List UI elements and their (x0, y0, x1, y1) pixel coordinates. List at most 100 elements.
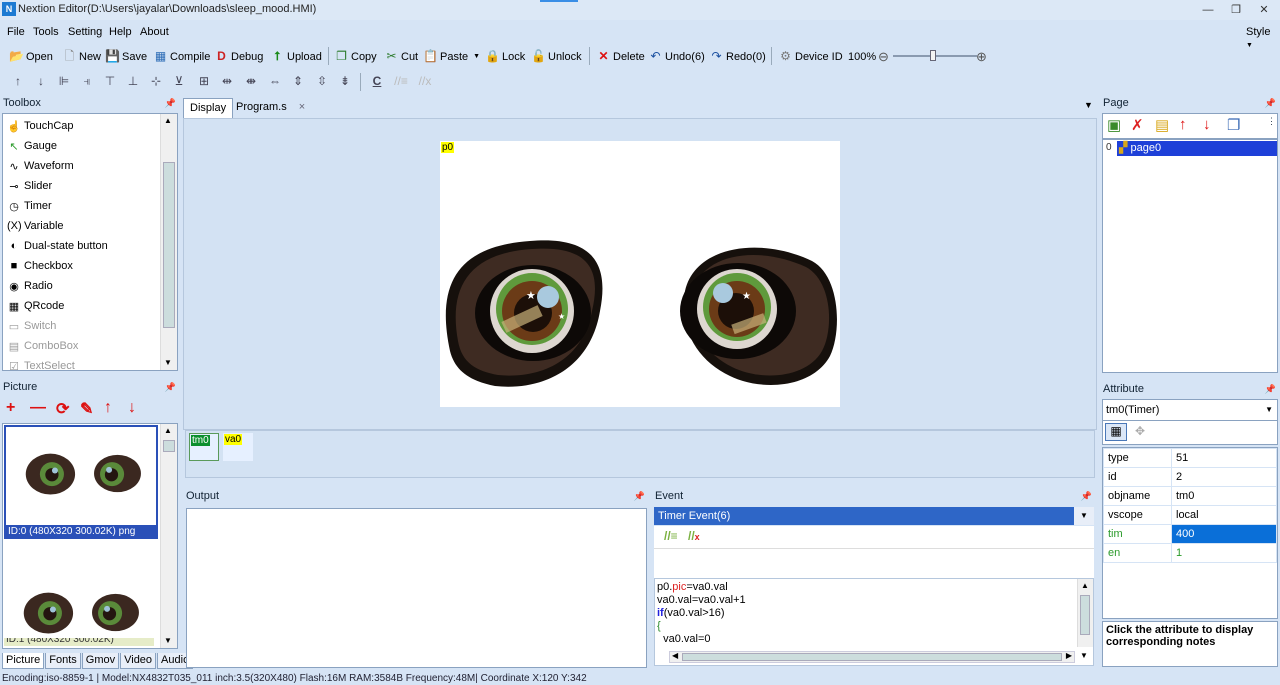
picture-scrollbar[interactable]: ▲ ▼ (160, 424, 177, 648)
undo-button[interactable]: ↶ Undo(6) (648, 47, 704, 66)
toolbox-item-checkbox[interactable]: ■ Checkbox (7, 256, 73, 276)
sort-alpha-icon[interactable]: ✥ (1135, 424, 1145, 438)
copy-page-icon[interactable]: ❐ (1227, 116, 1240, 134)
toolbox-item-waveform[interactable]: ∿ Waveform (7, 156, 73, 176)
tab-video[interactable]: Video (120, 653, 157, 669)
zoom-slider-handle[interactable] (930, 50, 936, 61)
comment-icon[interactable]: //≡ (664, 529, 678, 543)
pin-icon[interactable]: 📌 (1265, 95, 1276, 111)
toolbox-item-qrcode[interactable]: ▦ QRcode (7, 296, 65, 316)
same-size-icon[interactable]: ⊞ (195, 73, 213, 89)
object-va0[interactable]: va0 (223, 433, 253, 461)
move-picture-down-icon[interactable]: ↓ (128, 399, 136, 417)
code-scrollbar-h[interactable]: ◀ ▶ (669, 651, 1075, 663)
zoom-slider[interactable] (893, 50, 977, 61)
tab-program[interactable]: Program.s × (230, 98, 311, 118)
comment-icon[interactable]: //≡ (392, 73, 410, 89)
move-down-icon[interactable]: ↓ (32, 73, 50, 89)
new-button[interactable]: 🗋 New (62, 47, 101, 66)
save-button[interactable]: 💾 Save (105, 47, 147, 66)
event-dropdown[interactable]: Timer Event(6) ▼ (654, 507, 1094, 525)
object-tm0[interactable]: tm0 (189, 433, 219, 461)
tab-close-icon[interactable]: × (299, 101, 305, 113)
page-item-page0[interactable]: ▞ page0 (1117, 141, 1277, 156)
code-scrollbar-v[interactable]: ▲ (1077, 579, 1093, 647)
code-editor[interactable]: p0.pic=va0.val va0.val=va0.val+1 if(va0.… (654, 578, 1094, 666)
toolbox-scrollbar[interactable]: ▲ ▼ (160, 114, 177, 370)
attribute-value[interactable]: 400 (1171, 524, 1277, 544)
uncomment-icon[interactable]: //x (688, 529, 700, 543)
pin-icon[interactable]: 📌 (1265, 381, 1276, 397)
pin-icon[interactable]: 📌 (165, 95, 176, 111)
attribute-row-en[interactable]: en 1 (1103, 543, 1277, 563)
tab-display[interactable]: Display (183, 98, 234, 118)
toolbox-item-timer[interactable]: ◷ Timer (7, 196, 52, 216)
toolbox-item-switch[interactable]: ▭ Switch (7, 316, 57, 336)
close-button[interactable]: ✕ (1252, 1, 1276, 19)
code-c-icon[interactable]: C (368, 73, 386, 89)
scroll-up-icon[interactable]: ▲ (164, 116, 172, 125)
pin-icon[interactable]: 📌 (1081, 488, 1092, 504)
attribute-selector[interactable]: tm0(Timer) ▼ (1102, 399, 1278, 421)
attribute-value[interactable]: 1 (1171, 543, 1277, 563)
paste-button[interactable]: 📋 Paste ▼ (423, 47, 480, 66)
upload-button[interactable]: ⭡ Upload (270, 47, 322, 66)
output-console[interactable] (186, 508, 647, 668)
scroll-thumb[interactable] (682, 653, 1062, 661)
unlock-button[interactable]: 🔓 Unlock (531, 47, 582, 66)
toolbox-item-gauge[interactable]: ↖ Gauge (7, 136, 57, 156)
toolbox-item-dual-state-button[interactable]: ◐ Dual-state button (7, 236, 108, 256)
distribute-v-icon[interactable]: ⇕ (289, 73, 307, 89)
debug-button[interactable]: D Debug (214, 47, 263, 66)
cut-button[interactable]: ✂ Cut (384, 47, 418, 66)
menu-tools[interactable]: Tools (33, 26, 59, 38)
delete-button[interactable]: ✕ Delete (596, 47, 644, 66)
scroll-up-icon[interactable]: ▲ (1081, 581, 1089, 590)
uncomment-icon[interactable]: //x (416, 73, 434, 89)
edit-picture-icon[interactable]: ✎ (80, 399, 93, 419)
zoom-in-button[interactable]: ⊕ (976, 47, 987, 66)
scroll-down-icon[interactable]: ▼ (164, 358, 172, 367)
align-bottom-icon[interactable]: ⊥ (124, 73, 142, 89)
align-right-icon[interactable]: ⫣ (78, 73, 96, 89)
attribute-row-type[interactable]: type 51 (1103, 448, 1277, 468)
align-top-icon[interactable]: ⊤ (101, 73, 119, 89)
tab-list-dropdown-icon[interactable]: ▼ (1084, 100, 1093, 110)
dropdown-arrow-icon[interactable]: ▼ (1074, 507, 1094, 525)
menu-file[interactable]: File (7, 26, 25, 38)
tab-gmov[interactable]: Gmov (81, 653, 120, 669)
menu-help[interactable]: Help (109, 26, 132, 38)
page-canvas[interactable]: p0 ★ ★ ★ (440, 141, 840, 407)
toolbox-item-radio[interactable]: ◉ Radio (7, 276, 53, 296)
remove-picture-icon[interactable]: — (30, 399, 46, 417)
more-icon[interactable]: ⋮ (1267, 116, 1276, 127)
delete-page-icon[interactable]: ✗ (1131, 116, 1144, 134)
space-h-icon[interactable]: ⇔ (266, 73, 284, 89)
lock-button[interactable]: 🔒 Lock (485, 47, 525, 66)
picture-item-1[interactable]: ID:1 (480X320 300.02K) (4, 570, 158, 648)
open-button[interactable]: 📂 Open (9, 47, 53, 66)
paste-dropdown-icon[interactable]: ▼ (473, 53, 480, 60)
center-vertical-icon[interactable]: ⊻ (170, 73, 188, 89)
redo-button[interactable]: ↷ Redo(0) (709, 47, 765, 66)
move-page-down-icon[interactable]: ↓ (1203, 116, 1211, 133)
scroll-up-icon[interactable]: ▲ (164, 426, 172, 435)
toolbox-item-slider[interactable]: ⊸ Slider (7, 176, 52, 196)
attribute-row-tim[interactable]: tim 400 (1103, 524, 1277, 544)
pin-icon[interactable]: 📌 (165, 379, 176, 395)
scroll-thumb[interactable] (163, 440, 175, 452)
attribute-value[interactable]: tm0 (1171, 486, 1277, 506)
attribute-row-vscope[interactable]: vscope local (1103, 505, 1277, 525)
move-picture-up-icon[interactable]: ↑ (104, 399, 112, 417)
scroll-thumb[interactable] (163, 162, 175, 328)
attribute-value[interactable]: 51 (1171, 448, 1277, 468)
center-horizontal-icon[interactable]: ⊹ (147, 73, 165, 89)
toolbox-item-touchcap[interactable]: ☝ TouchCap (7, 116, 73, 136)
scroll-down-icon[interactable]: ▼ (164, 636, 172, 645)
toolbox-item-textselect[interactable]: ☑ TextSelect (7, 356, 75, 376)
restore-button[interactable]: ❐ (1224, 1, 1248, 19)
align-left-icon[interactable]: ⊫ (55, 73, 73, 89)
copy-button[interactable]: ❐ Copy (334, 47, 377, 66)
scroll-right-icon[interactable]: ▶ (1066, 651, 1072, 660)
replace-picture-icon[interactable]: ⟳ (56, 399, 69, 419)
